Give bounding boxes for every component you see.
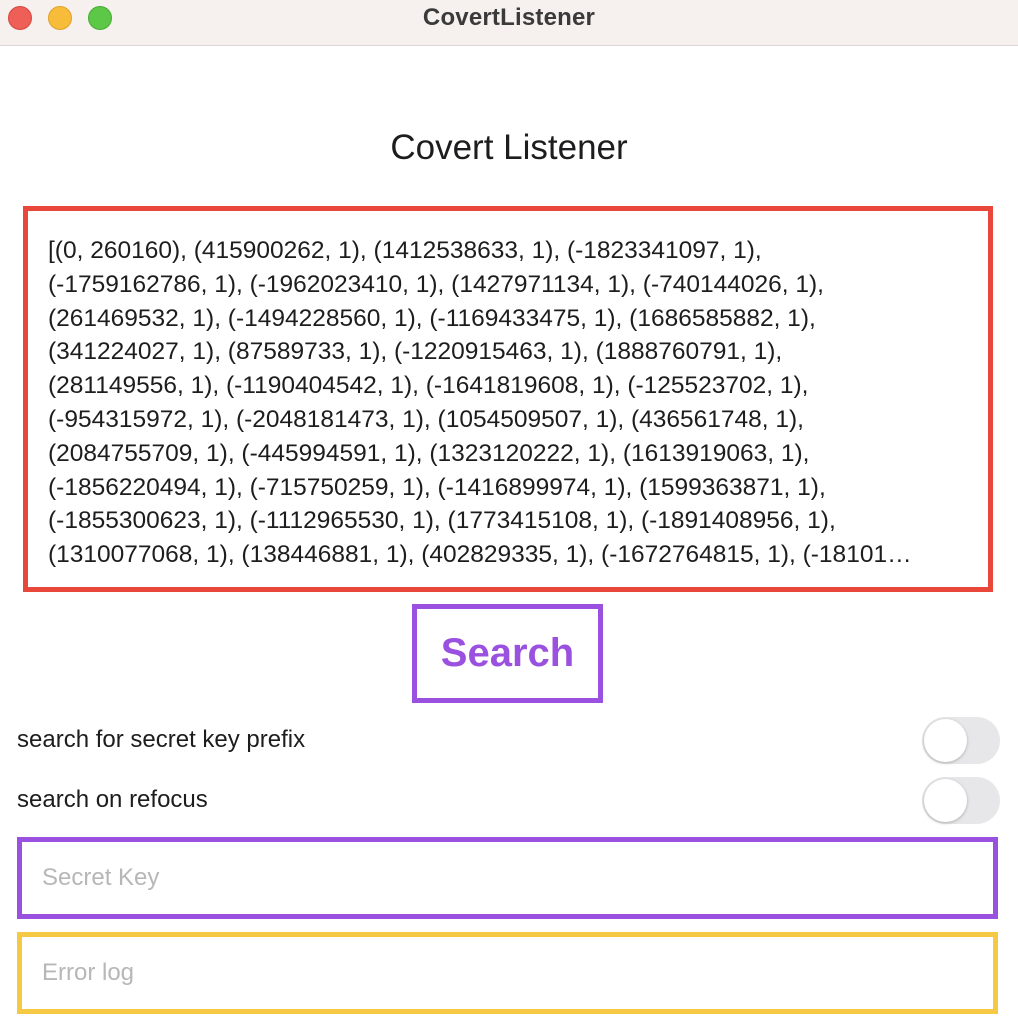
secret-key-prefix-row: search for secret key prefix bbox=[17, 717, 1002, 767]
toggle-knob bbox=[924, 779, 967, 822]
title-bar: CovertListener bbox=[0, 0, 1018, 46]
output-line: (261469532, 1), (-1494228560, 1), (-1169… bbox=[48, 304, 816, 332]
toggle-knob bbox=[924, 719, 967, 762]
output-line: (-954315972, 1), (-2048181473, 1), (1054… bbox=[48, 405, 804, 433]
output-line: (-1855300623, 1), (-1112965530, 1), (177… bbox=[48, 507, 836, 535]
search-on-refocus-toggle[interactable] bbox=[922, 777, 1000, 824]
output-line: (-1856220494, 1), (-715750259, 1), (-141… bbox=[48, 473, 826, 501]
secret-key-prefix-toggle[interactable] bbox=[922, 717, 1000, 764]
output-text-area[interactable]: [(0, 260160), (415900262, 1), (141253863… bbox=[23, 206, 993, 592]
output-line: (1310077068, 1), (138446881, 1), (402829… bbox=[48, 541, 912, 569]
search-button[interactable]: Search bbox=[412, 604, 603, 703]
error-log-field[interactable] bbox=[17, 932, 998, 1014]
output-line: (-1759162786, 1), (-1962023410, 1), (142… bbox=[48, 270, 824, 298]
output-line: (2084755709, 1), (-445994591, 1), (13231… bbox=[48, 439, 810, 467]
search-on-refocus-row: search on refocus bbox=[17, 777, 1002, 827]
output-line: [(0, 260160), (415900262, 1), (141253863… bbox=[48, 237, 762, 264]
output-line: (341224027, 1), (87589733, 1), (-1220915… bbox=[48, 338, 783, 366]
app-heading: Covert Listener bbox=[390, 128, 628, 167]
output-line: (281149556, 1), (-1190404542, 1), (-1641… bbox=[48, 372, 809, 400]
secret-key-field[interactable] bbox=[17, 837, 998, 919]
window-title: CovertListener bbox=[422, 4, 596, 31]
search-on-refocus-label: search on refocus bbox=[17, 786, 208, 813]
secret-key-prefix-label: search for secret key prefix bbox=[17, 726, 306, 753]
